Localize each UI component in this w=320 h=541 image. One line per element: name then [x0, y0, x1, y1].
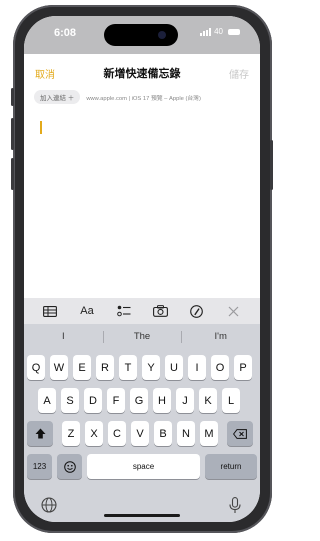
- page-title: 新增快速備忘錄: [103, 68, 181, 80]
- key-a[interactable]: A: [38, 388, 56, 413]
- key-row-4: 123 space return: [27, 454, 257, 479]
- key-c[interactable]: C: [108, 421, 126, 446]
- format-label: Aa: [80, 305, 94, 317]
- key-l[interactable]: L: [222, 388, 240, 413]
- shift-icon: [35, 428, 45, 439]
- key-v[interactable]: V: [131, 421, 149, 446]
- key-m[interactable]: M: [200, 421, 218, 446]
- markup-pen-icon[interactable]: [186, 300, 208, 322]
- home-indicator: [104, 514, 180, 517]
- key-p[interactable]: P: [234, 355, 252, 380]
- key-i[interactable]: I: [188, 355, 206, 380]
- power-button: [270, 140, 273, 190]
- globe-icon[interactable]: [40, 496, 58, 514]
- key-row-1: Q W E R T Y U I O P: [27, 355, 252, 380]
- close-icon[interactable]: [223, 300, 245, 322]
- status-icons: 40: [200, 27, 240, 36]
- delete-icon: [233, 428, 247, 439]
- key-row-2: A S D F G H J K L: [38, 388, 240, 413]
- status-bar: 6:08 40: [24, 16, 260, 54]
- keyboard: I The I'm Q W E R T Y U I O P A S D F G …: [24, 324, 260, 522]
- save-button[interactable]: 儲存: [229, 66, 249, 81]
- key-r[interactable]: R: [96, 355, 114, 380]
- checklist-icon[interactable]: [113, 300, 135, 322]
- key-k[interactable]: K: [199, 388, 217, 413]
- key-f[interactable]: F: [107, 388, 125, 413]
- emoji-key[interactable]: [57, 454, 82, 479]
- battery-icon: [228, 28, 240, 35]
- key-j[interactable]: J: [176, 388, 194, 413]
- prediction-bar: I The I'm: [24, 324, 260, 350]
- key-w[interactable]: W: [50, 355, 68, 380]
- table-icon[interactable]: [39, 300, 61, 322]
- prediction-1[interactable]: I: [24, 324, 103, 350]
- note-header: 取消 新增快速備忘錄 儲存: [24, 54, 260, 84]
- emoji-icon: [63, 460, 76, 473]
- status-time: 6:08: [54, 27, 77, 39]
- volume-up-button: [11, 118, 14, 150]
- dynamic-island: [104, 24, 178, 46]
- camera-dot: [158, 31, 166, 39]
- key-g[interactable]: G: [130, 388, 148, 413]
- key-h[interactable]: H: [153, 388, 171, 413]
- key-e[interactable]: E: [73, 355, 91, 380]
- key-u[interactable]: U: [165, 355, 183, 380]
- link-row: 加入連結 ＋ www.apple.com | iOS 17 預覽 – Apple…: [34, 90, 201, 104]
- text-cursor: [40, 121, 42, 134]
- key-d[interactable]: D: [84, 388, 102, 413]
- key-x[interactable]: X: [85, 421, 103, 446]
- return-key[interactable]: return: [205, 454, 257, 479]
- shift-key[interactable]: [27, 421, 53, 446]
- signal-icon: [200, 27, 212, 36]
- prediction-2[interactable]: The: [102, 324, 182, 350]
- space-key[interactable]: space: [87, 454, 200, 479]
- link-text[interactable]: www.apple.com | iOS 17 預覽 – Apple (台灣): [86, 93, 201, 102]
- screen: 6:08 40 取消 新增快速備忘錄 儲存 加入連結 ＋ www.apple.c…: [24, 16, 260, 522]
- delete-key[interactable]: [227, 421, 253, 446]
- add-link-button[interactable]: 加入連結 ＋: [34, 90, 81, 104]
- action-button: [11, 88, 14, 106]
- format-toolbar: Aa: [24, 298, 260, 324]
- battery-level: 40: [214, 27, 223, 36]
- key-n[interactable]: N: [177, 421, 195, 446]
- key-row-3: Z X C V B N M: [27, 421, 253, 446]
- key-s[interactable]: S: [61, 388, 79, 413]
- key-q[interactable]: Q: [27, 355, 45, 380]
- volume-down-button: [11, 158, 14, 190]
- key-t[interactable]: T: [119, 355, 137, 380]
- key-z[interactable]: Z: [62, 421, 80, 446]
- camera-icon[interactable]: [149, 300, 171, 322]
- format-button[interactable]: Aa: [76, 300, 98, 322]
- prediction-3[interactable]: I'm: [181, 324, 260, 350]
- key-o[interactable]: O: [211, 355, 229, 380]
- key-b[interactable]: B: [154, 421, 172, 446]
- mic-icon[interactable]: [226, 496, 244, 514]
- key-y[interactable]: Y: [142, 355, 160, 380]
- numbers-key[interactable]: 123: [27, 454, 52, 479]
